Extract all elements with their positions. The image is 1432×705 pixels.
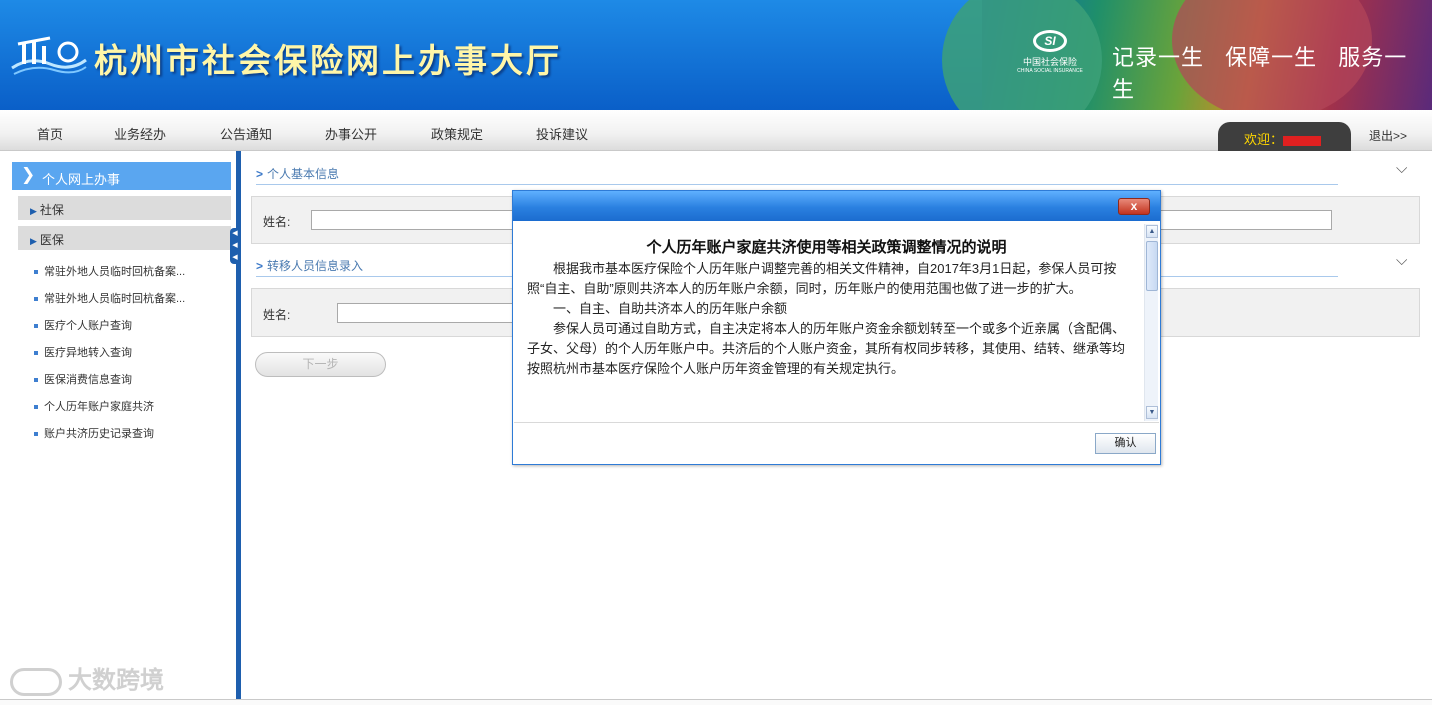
slogan-1: 记录一生	[1112, 45, 1205, 70]
header-banner: 杭州市社会保险网上办事大厅 SI 中国社会保险 CHINA SOCIAL INS…	[0, 0, 1432, 110]
section-title-label: 个人基本信息	[267, 167, 340, 181]
sidebar-link[interactable]: 医疗异地转入查询	[34, 344, 132, 360]
dialog-text: 根据我市基本医疗保险个人历年账户调整完善的相关文件精神，自2017年3月1日起，…	[527, 259, 1127, 379]
arrow-right-icon: >	[256, 259, 264, 273]
sidebar-link-label: 医疗异地转入查询	[44, 347, 132, 359]
dialog-scrollbar[interactable]: ▲ ▼	[1144, 224, 1158, 421]
sidebar-head-label: 个人网上办事	[42, 172, 121, 187]
watermark: 大数跨境	[10, 660, 164, 696]
dialog-titlebar[interactable]: x	[513, 191, 1160, 221]
bullet-icon	[34, 270, 38, 275]
sidebar-group-label: 社保	[39, 203, 64, 217]
scroll-down-icon[interactable]: ▼	[1146, 406, 1158, 419]
slogan-2: 保障一生	[1225, 45, 1318, 70]
policy-notice-dialog: x 个人历年账户家庭共济使用等相关政策调整情况的说明 根据我市基本医疗保险个人历…	[512, 190, 1161, 465]
sidebar-link[interactable]: 账户共济历史记录查询	[34, 425, 154, 441]
city-logo-icon	[11, 36, 87, 75]
si-logo-en: CHINA SOCIAL INSURANCE	[1017, 68, 1083, 74]
dialog-paragraph: 根据我市基本医疗保险个人历年账户调整完善的相关文件精神，自2017年3月1日起，…	[527, 261, 1117, 296]
si-logo-cn: 中国社会保险	[1022, 57, 1077, 67]
section-title-label: 转移人员信息录入	[267, 259, 364, 273]
sidebar-link-label: 医疗个人账户查询	[44, 320, 132, 332]
sidebar-head-personal[interactable]: ❯ 个人网上办事	[12, 162, 231, 190]
section-transfer-title: > 转移人员信息录入	[256, 257, 363, 277]
sidebar-link[interactable]: 个人历年账户家庭共济	[34, 398, 154, 414]
close-icon[interactable]: x	[1118, 198, 1150, 215]
sidebar-group-medical[interactable]: ▶ 医保	[18, 226, 231, 250]
scroll-thumb[interactable]	[1146, 241, 1158, 291]
sidebar: ❯ 个人网上办事 ▶ 社保 ▶ 医保 常驻外地人员临时回杭备案... 常驻外地人员临…	[0, 151, 236, 699]
sidebar-group-social[interactable]: ▶ 社保	[18, 196, 231, 220]
nav-home[interactable]: 首页	[37, 124, 63, 143]
slogan: 记录一生 保障一生 服务一生	[1112, 40, 1432, 104]
sidebar-link-label: 常驻外地人员临时回杭备案...	[44, 266, 186, 278]
section-personal-info-title: > 个人基本信息	[256, 165, 339, 185]
chevron-down-icon[interactable]: ⌵	[1396, 160, 1407, 177]
nav-complaints[interactable]: 投诉建议	[536, 124, 588, 143]
nav-policies[interactable]: 政策规定	[431, 124, 483, 143]
triangle-right-icon: ▶	[30, 206, 37, 216]
nav-business[interactable]: 业务经办	[114, 124, 166, 143]
sidebar-collapse-handle[interactable]: ◀ ◀ ◀	[230, 228, 240, 264]
sidebar-link-label: 个人历年账户家庭共济	[44, 401, 154, 413]
triangle-right-icon: ▶	[30, 236, 37, 246]
nav-public-affairs[interactable]: 办事公开	[325, 124, 377, 143]
chevron-down-icon[interactable]: ⌵	[1396, 252, 1407, 269]
nav-notices[interactable]: 公告通知	[220, 124, 272, 143]
welcome-label: 欢迎：	[1244, 132, 1284, 147]
sidebar-link[interactable]: 常驻外地人员临时回杭备案...	[34, 263, 185, 279]
chevron-right-icon: ❯	[21, 165, 36, 184]
bullet-icon	[34, 324, 38, 329]
transfer-name-field[interactable]	[337, 303, 517, 323]
logout-link[interactable]: 退出>>	[1369, 127, 1407, 144]
welcome-tab: 欢迎：	[1218, 122, 1351, 151]
sidebar-link[interactable]: 医疗个人账户查询	[34, 317, 132, 333]
name-label: 姓名:	[263, 215, 291, 229]
redacted-username	[1283, 135, 1322, 146]
confirm-button[interactable]: 确认	[1095, 433, 1156, 454]
bottom-border	[0, 699, 1432, 705]
watermark-text: 大数跨境	[68, 667, 164, 694]
bullet-icon	[34, 405, 38, 410]
sidebar-group-label: 医保	[39, 233, 64, 247]
site-title: 杭州市社会保险网上办事大厅	[94, 41, 562, 80]
watermark-logo-icon	[10, 667, 62, 696]
section-divider	[256, 184, 1338, 185]
arrow-right-icon: >	[256, 167, 264, 181]
sidebar-link-label: 账户共济历史记录查询	[44, 428, 154, 440]
dialog-body: 个人历年账户家庭共济使用等相关政策调整情况的说明 根据我市基本医疗保险个人历年账…	[514, 222, 1159, 423]
top-nav: 首页 业务经办 公告通知 办事公开 政策规定 投诉建议 欢迎： 退出>>	[0, 110, 1432, 151]
social-insurance-logo: SI 中国社会保险 CHINA SOCIAL INSURANCE	[1010, 30, 1090, 80]
dialog-heading: 个人历年账户家庭共济使用等相关政策调整情况的说明	[646, 239, 1007, 256]
bullet-icon	[34, 297, 38, 302]
sidebar-link-label: 医保消费信息查询	[44, 374, 132, 386]
sidebar-link[interactable]: 常驻外地人员临时回杭备案...	[34, 290, 185, 306]
dialog-paragraph: 一、自主、自助共济本人的历年账户余额	[553, 301, 788, 316]
si-logo-icon: SI	[1033, 30, 1067, 52]
dialog-paragraph: 参保人员可通过自助方式，自主决定将本人的历年账户资金余额划转至一个或多个近亲属（…	[527, 321, 1126, 376]
sidebar-link[interactable]: 医保消费信息查询	[34, 371, 132, 387]
sidebar-link-label: 常驻外地人员临时回杭备案...	[44, 293, 186, 305]
next-step-button[interactable]: 下一步	[255, 352, 386, 377]
bullet-icon	[34, 351, 38, 356]
bullet-icon	[34, 432, 38, 437]
transfer-name-label: 姓名:	[263, 308, 291, 322]
scroll-up-icon[interactable]: ▲	[1146, 225, 1158, 238]
bullet-icon	[34, 378, 38, 383]
